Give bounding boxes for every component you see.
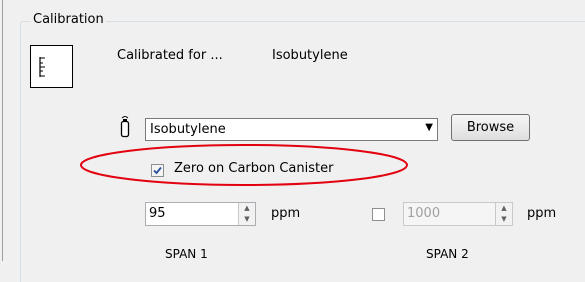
span2-label: SPAN 2 (426, 247, 469, 261)
gas-select-value: Isobutylene (150, 122, 226, 137)
chevron-down-icon[interactable]: ▼ (425, 122, 433, 133)
calibrated-for-label: Calibrated for ... (117, 48, 223, 63)
spin-up-icon[interactable]: ▲ (239, 203, 255, 214)
spin-down-icon[interactable]: ▼ (239, 214, 255, 225)
span1-value[interactable]: 95 (149, 206, 166, 221)
span2-unit: ppm (527, 206, 557, 221)
span1-label: SPAN 1 (165, 247, 208, 261)
spin-up-icon[interactable]: ▲ (496, 203, 512, 214)
gas-select[interactable]: Isobutylene ▼ (145, 118, 438, 141)
calibrated-gas-value: Isobutylene (272, 48, 348, 63)
span2-spinbox[interactable]: 1000 ▲ ▼ (403, 202, 513, 226)
span1-spinbox[interactable]: 95 ▲ ▼ (145, 202, 256, 226)
span1-unit: ppm (271, 206, 301, 221)
highlight-ellipse (80, 144, 408, 186)
browse-button[interactable]: Browse (451, 114, 530, 141)
group-title: Calibration (31, 12, 106, 27)
gas-cylinder-icon (119, 115, 131, 142)
span2-value[interactable]: 1000 (407, 206, 440, 221)
spin-down-icon[interactable]: ▼ (496, 214, 512, 225)
span2-checkbox[interactable] (372, 208, 385, 221)
window-edge (2, 0, 3, 261)
calibration-ruler-icon (30, 45, 73, 88)
